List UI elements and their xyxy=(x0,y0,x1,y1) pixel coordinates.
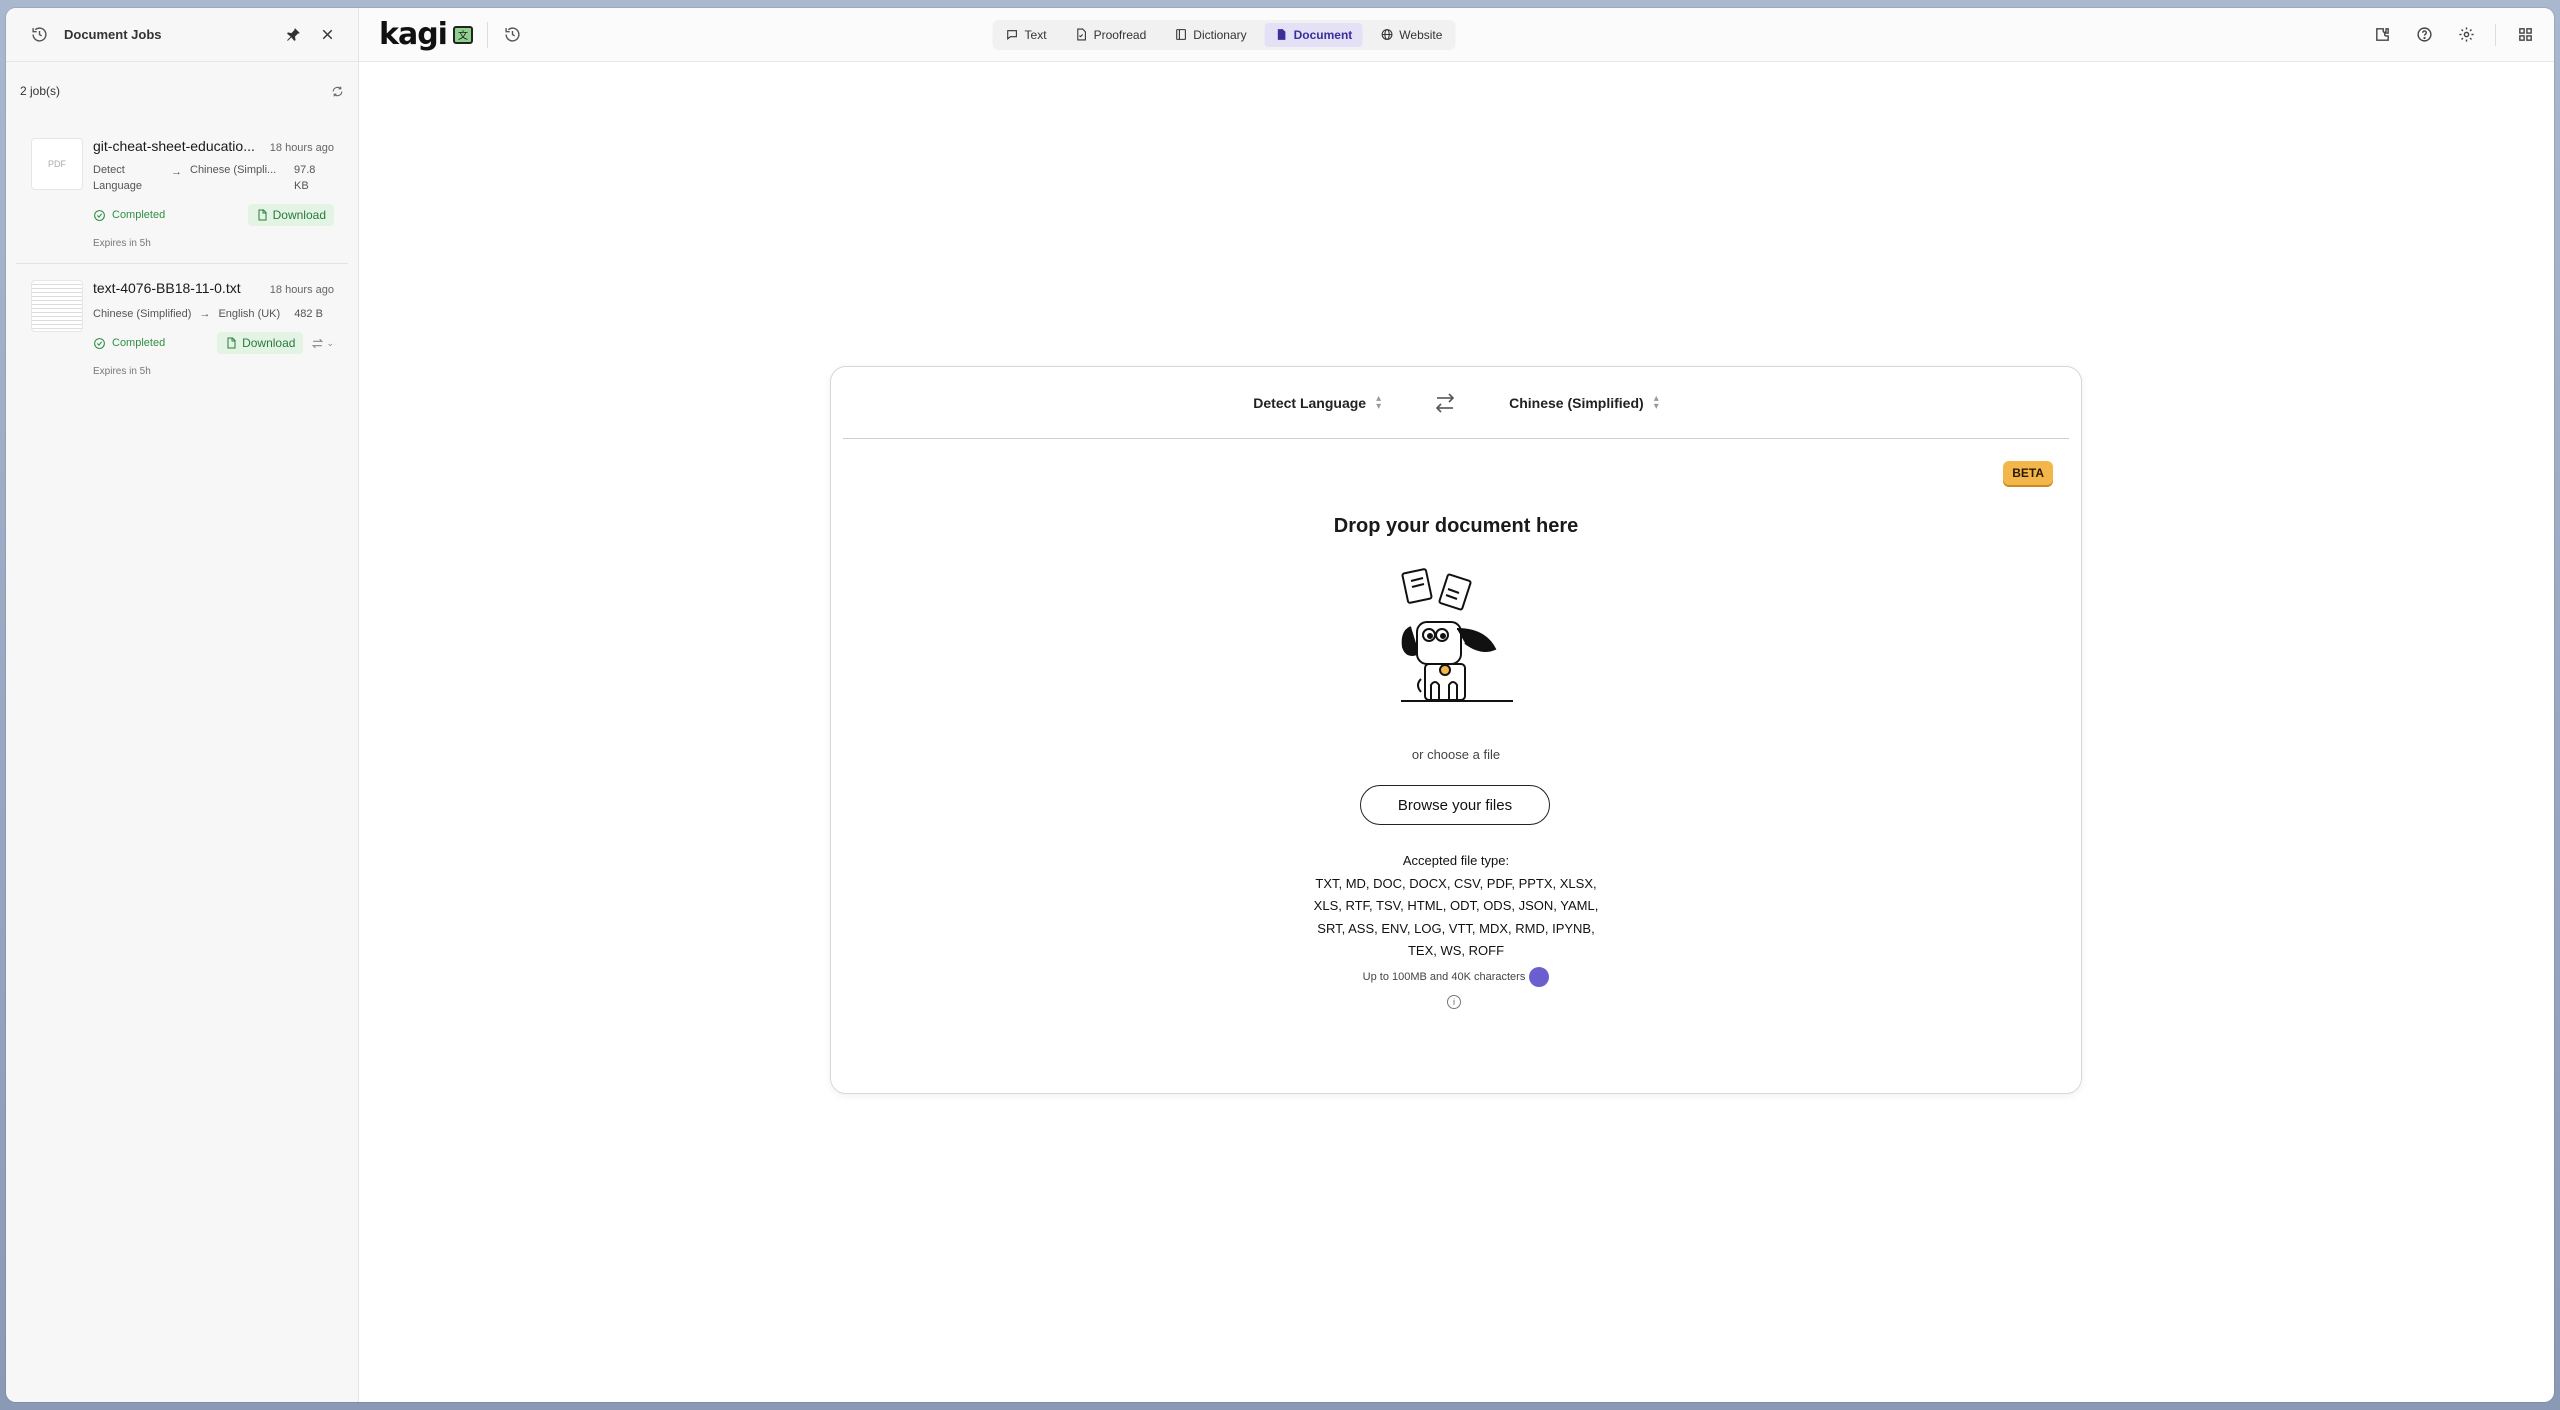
file-icon xyxy=(258,209,267,221)
job-item[interactable]: text-4076-BB18-11-0.txt 18 hours ago Chi… xyxy=(16,264,348,391)
job-status-label: Completed xyxy=(112,209,166,221)
job-filename: text-4076-BB18-11-0.txt xyxy=(93,280,241,296)
job-expires: Expires in 5h xyxy=(93,366,151,377)
job-languages: Chinese (Simplified) → English (UK) 482 … xyxy=(93,306,334,322)
jobs-summary: 2 job(s) xyxy=(6,62,358,100)
upload-limit: Up to 100MB and 40K characters xyxy=(831,967,2081,987)
job-status-row: Completed Download ⌄ xyxy=(93,332,334,354)
job-details: git-cheat-sheet-educatio... 18 hours ago… xyxy=(93,138,348,249)
kagi-logo[interactable]: kagi 文 xyxy=(379,17,473,52)
tab-label: Proofread xyxy=(1093,27,1147,42)
mode-tabs: Text Proofread Dictionary Document Websi… xyxy=(992,19,1456,50)
job-size: 482 B xyxy=(294,308,323,320)
pin-icon[interactable] xyxy=(280,22,306,48)
proofread-icon xyxy=(1077,28,1086,41)
tab-label: Text xyxy=(1024,27,1047,42)
chat-icon xyxy=(1007,30,1017,40)
job-time: 18 hours ago xyxy=(269,142,334,154)
extension-icon[interactable] xyxy=(2369,22,2395,48)
download-label: Download xyxy=(242,336,296,350)
tab-website[interactable]: Website xyxy=(1370,23,1452,47)
chevron-updown-icon: ▴ ▾ xyxy=(1653,392,1659,412)
app-window: Document Jobs 2 job(s) PDF git-cheat-she… xyxy=(6,8,2554,1402)
chevron-down-icon[interactable]: ⌄ xyxy=(326,338,334,349)
close-icon[interactable] xyxy=(314,22,340,48)
upload-limit-text: Up to 100MB and 40K characters xyxy=(1362,971,1526,983)
chevron-updown-icon: ▴ ▾ xyxy=(1376,392,1382,412)
job-status-row: Completed Download xyxy=(93,204,334,226)
job-time: 18 hours ago xyxy=(269,284,334,296)
book-icon xyxy=(1175,29,1186,40)
accepted-file-types: Accepted file type: TXT, MD, DOC, DOCX, … xyxy=(831,850,2081,963)
pdf-thumbnail: PDF xyxy=(31,138,83,190)
job-source-lang: Chinese (Simplified) xyxy=(93,308,192,320)
download-button[interactable]: Download xyxy=(247,204,334,226)
arrow-right-icon: → xyxy=(199,308,211,320)
accepted-label: Accepted file type: xyxy=(1402,853,1510,868)
apps-grid-icon[interactable] xyxy=(2512,22,2538,48)
file-icon xyxy=(227,337,236,349)
accepted-types-list: TXT, MD, DOC, DOCX, CSV, PDF, PPTX, XLSX… xyxy=(1313,875,1599,959)
job-item[interactable]: PDF git-cheat-sheet-educatio... 18 hours… xyxy=(16,122,348,264)
browse-files-button[interactable]: Browse your files xyxy=(1360,785,1550,825)
retranslate-icon[interactable]: ⌄ xyxy=(311,337,334,350)
gear-icon[interactable] xyxy=(2453,22,2479,48)
arrow-right-icon: → xyxy=(171,166,182,178)
check-circle-icon xyxy=(94,209,105,221)
refresh-icon[interactable] xyxy=(328,82,346,100)
txt-thumbnail xyxy=(31,280,83,332)
check-circle-icon xyxy=(94,337,105,349)
translate-badge-icon: 文 xyxy=(452,25,473,44)
top-right-actions xyxy=(2369,22,2538,48)
assistant-dot-icon[interactable] xyxy=(1529,967,1550,987)
divider xyxy=(2495,23,2496,46)
job-source-lang: Detect Language xyxy=(93,164,142,192)
logo-text: kagi xyxy=(379,17,448,52)
document-drop-card: Detect Language ▴ ▾ Chinese (Simplified) … xyxy=(830,366,2082,1094)
job-count: 2 job(s) xyxy=(20,84,61,98)
history-icon xyxy=(26,22,52,48)
tab-proofread[interactable]: Proofread xyxy=(1065,23,1157,47)
tab-label: Dictionary xyxy=(1193,27,1247,42)
job-expires: Expires in 5h xyxy=(93,238,151,249)
download-button[interactable]: Download xyxy=(217,332,304,354)
document-icon xyxy=(1277,29,1286,40)
job-status-label: Completed xyxy=(112,337,166,349)
job-target-lang: English (UK) xyxy=(218,308,281,320)
help-icon[interactable] xyxy=(2411,22,2437,48)
drop-title: Drop your document here xyxy=(1333,515,1579,537)
target-language-select[interactable]: Chinese (Simplified) ▴ ▾ xyxy=(1509,392,1659,412)
beta-badge: BETA xyxy=(2003,461,2053,485)
job-filename: git-cheat-sheet-educatio... xyxy=(93,138,255,154)
job-target-lang: Chinese (Simpli... xyxy=(190,164,277,176)
sidebar-title: Document Jobs xyxy=(64,27,162,42)
sidebar-header: Document Jobs xyxy=(6,8,358,62)
top-bar: kagi 文 Text Proofread Dictionary Documen… xyxy=(359,8,2554,62)
job-status: Completed xyxy=(93,209,248,222)
language-selector-row: Detect Language ▴ ▾ Chinese (Simplified) … xyxy=(843,367,2069,439)
target-language-label: Chinese (Simplified) xyxy=(1509,394,1644,411)
history-icon[interactable] xyxy=(500,22,526,48)
choose-file-text: or choose a file xyxy=(1411,747,1501,762)
source-language-select[interactable]: Detect Language ▴ ▾ xyxy=(1253,392,1382,412)
download-label: Download xyxy=(272,208,326,222)
tab-dictionary[interactable]: Dictionary xyxy=(1164,23,1256,47)
tab-label: Document xyxy=(1293,27,1353,42)
source-language-label: Detect Language xyxy=(1253,394,1367,411)
job-languages: Detect Language → Chinese (Simpli... 97.… xyxy=(93,162,334,194)
dog-illustration xyxy=(1401,568,1513,702)
info-icon[interactable]: i xyxy=(1447,995,1461,1009)
tab-document[interactable]: Document xyxy=(1264,22,1363,47)
swap-icon[interactable] xyxy=(1433,391,1457,415)
tab-label: Website xyxy=(1399,27,1443,42)
job-details: text-4076-BB18-11-0.txt 18 hours ago Chi… xyxy=(93,280,348,377)
job-status: Completed xyxy=(93,337,217,350)
tab-text[interactable]: Text xyxy=(996,23,1057,47)
divider xyxy=(486,21,488,48)
document-jobs-sidebar: Document Jobs 2 job(s) PDF git-cheat-she… xyxy=(6,8,359,1402)
job-size: 97.8 KB xyxy=(294,164,316,192)
globe-icon xyxy=(1381,29,1393,40)
pdf-file-icon: PDF xyxy=(48,159,66,169)
